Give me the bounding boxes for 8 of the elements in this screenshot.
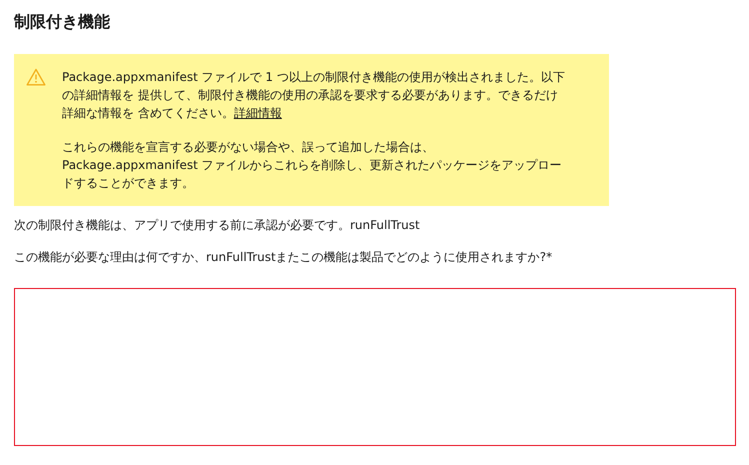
- warning-text: これらの機能を宣言する必要がない場合や、誤って追加した場合は、Package.appxmanifest ファイルからこれらを削除し、更新されたパッケージをアップロードすることができます。: [62, 139, 563, 192]
- warning-text: Package.appxmanifest ファイルで 1 つ以上の制限付き機能の使用が検出されました。以下の詳細情報を 提供して、制限付き機能の使用の承認を要求する必要があります。できるだけ詳細な情報を 含めてください。詳細情報: [62, 69, 566, 122]
- capabilities-note: 次の制限付き機能は、アプリで使用する前に承認が必要です。runFullTrust: [14, 217, 421, 234]
- warning-icon: [26, 68, 46, 86]
- answer-box[interactable]: [14, 288, 736, 446]
- details-link[interactable]: 詳細情報: [234, 106, 282, 120]
- question-label: この機能が必要な理由は何ですか、runFullTrustまたこの機能は製品でどのように使用されますか?*: [14, 249, 554, 266]
- section-heading: 制限付き機能: [14, 11, 111, 33]
